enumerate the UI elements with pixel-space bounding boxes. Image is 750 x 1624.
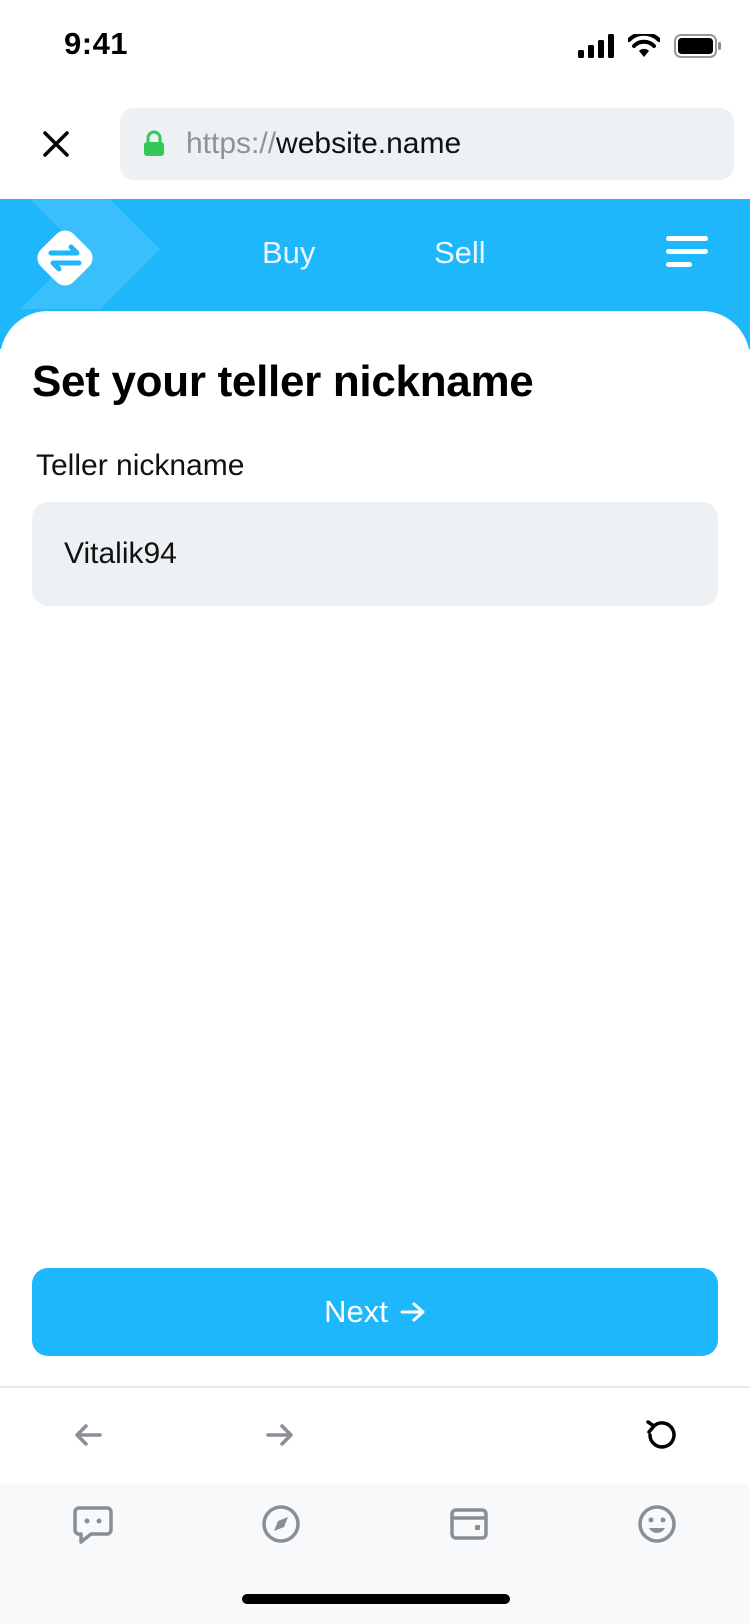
menu-line: [666, 236, 708, 241]
address-bar[interactable]: https://website.name: [120, 108, 734, 180]
compass-icon[interactable]: [259, 1502, 303, 1546]
nav-buy[interactable]: Buy: [262, 235, 315, 271]
nav-sell[interactable]: Sell: [434, 235, 486, 271]
menu-button[interactable]: [666, 236, 708, 270]
menu-line: [666, 262, 692, 267]
next-button[interactable]: Next: [32, 1268, 718, 1356]
next-button-label: Next: [324, 1294, 388, 1329]
status-time: 9:41: [64, 26, 129, 61]
browser-navigation: [0, 1386, 750, 1486]
lock-icon: [144, 130, 164, 156]
arrow-right-icon: [400, 1302, 425, 1322]
back-arrow-icon[interactable]: [68, 1415, 108, 1455]
url-scheme: https://: [186, 127, 277, 160]
url-host: website.name: [276, 127, 462, 160]
chat-icon[interactable]: [71, 1502, 115, 1546]
nickname-input[interactable]: [32, 502, 718, 606]
wifi-icon: [628, 34, 660, 57]
content-card: Set your teller nickname Teller nickname…: [0, 311, 750, 1386]
close-icon: [43, 131, 69, 157]
menu-line: [666, 249, 708, 254]
smiley-icon[interactable]: [635, 1502, 679, 1546]
wallet-icon[interactable]: [447, 1502, 491, 1546]
status-bar: 9:41: [0, 0, 750, 96]
status-icons: [578, 30, 722, 62]
page-title: Set your teller nickname: [32, 357, 534, 406]
forward-arrow-icon[interactable]: [260, 1415, 300, 1455]
nickname-label: Teller nickname: [36, 449, 245, 482]
browser-bar: https://website.name: [0, 96, 750, 199]
home-indicator: [242, 1594, 510, 1604]
logo-icon[interactable]: [30, 223, 100, 293]
signal-icon: [578, 34, 614, 58]
reload-icon[interactable]: [642, 1415, 682, 1455]
close-button[interactable]: [30, 118, 82, 170]
battery-icon: [674, 34, 721, 58]
